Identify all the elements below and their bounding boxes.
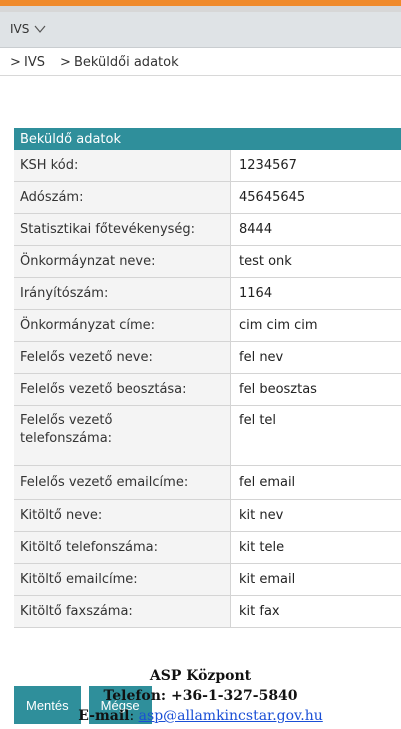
field-value-vezeto-beosztasa[interactable]: fel beosztas [230, 374, 401, 405]
overlay-email-link[interactable]: asp@allamkincstar.gov.hu [139, 708, 323, 724]
field-row-iranyitoszam: Irányítószám: 1164 [14, 278, 401, 310]
field-row-vezeto-telefon: Felelős vezető telefonszáma: fel tel [14, 406, 401, 466]
menu-item-ivs[interactable]: IVS [10, 22, 47, 36]
breadcrumb-item-ivs[interactable]: IVS [24, 55, 45, 70]
field-label: Kitöltő faxszáma: [20, 604, 133, 619]
menu-item-label: IVS [10, 22, 30, 36]
breadcrumb-item-current: Beküldői adatok [74, 55, 179, 70]
field-row-vezeto-neve: Felelős vezető neve: fel nev [14, 342, 401, 374]
field-value-adoszam[interactable]: 45645645 [230, 182, 401, 213]
field-label: KSH kód: [20, 158, 79, 173]
field-row-kitolto-email: Kitöltő emailcíme: kit email [14, 564, 401, 596]
submitter-form: Beküldő adatok KSH kód: 1234567 Adószám:… [14, 128, 401, 628]
field-label: Kitöltő telefonszáma: [20, 540, 159, 555]
field-value-fotevekenyseg[interactable]: 8444 [230, 214, 401, 245]
field-value-kitolto-neve[interactable]: kit nev [230, 500, 401, 531]
field-label: Kitöltő neve: [20, 508, 103, 523]
field-row-fotevekenyseg: Statisztikai főtevékenység: 8444 [14, 214, 401, 246]
field-label: Felelős vezető emailcíme: [20, 475, 189, 490]
field-row-kitolto-telefon: Kitöltő telefonszáma: kit tele [14, 532, 401, 564]
field-value-kitolto-telefon[interactable]: kit tele [230, 532, 401, 563]
field-label: Önkormányzat címe: [20, 318, 155, 333]
field-row-vezeto-email: Felelős vezető emailcíme: fel email [14, 466, 401, 500]
field-value-onk-cime[interactable]: cim cim cim [230, 310, 401, 341]
field-label: Önkormáynzat neve: [20, 254, 156, 269]
chevron-down-icon [34, 25, 46, 33]
field-label: Kitöltő emailcíme: [20, 572, 138, 587]
section-header: Beküldő adatok [14, 128, 401, 150]
menu-bar: IVS [0, 12, 401, 48]
field-row-adoszam: Adószám: 45645645 [14, 182, 401, 214]
overlay-email-label: E-mail [78, 708, 130, 724]
field-label: Felelős vezető beosztása: [20, 382, 187, 397]
overlay-org-name: ASP Központ [149, 668, 252, 684]
field-row-kitolto-fax: Kitöltő faxszáma: kit fax [14, 596, 401, 628]
field-value-onk-neve[interactable]: test onk [230, 246, 401, 277]
field-row-kitolto-neve: Kitöltő neve: kit nev [14, 500, 401, 532]
field-value-vezeto-email[interactable]: fel email [230, 466, 401, 499]
field-value-vezeto-telefon[interactable]: fel tel [230, 406, 401, 465]
field-row-ksh: KSH kód: 1234567 [14, 150, 401, 182]
field-value-kitolto-email[interactable]: kit email [230, 564, 401, 595]
breadcrumb-separator: > [10, 55, 21, 70]
field-label: Statisztikai főtevékenység: [20, 222, 196, 237]
field-value-vezeto-neve[interactable]: fel nev [230, 342, 401, 373]
breadcrumb-separator: > [60, 55, 71, 70]
field-label: Irányítószám: [20, 286, 109, 301]
field-label: Felelős vezető neve: [20, 350, 153, 365]
field-label: Adószám: [20, 190, 84, 205]
field-value-ksh[interactable]: 1234567 [230, 150, 401, 181]
overlay-email-line: E-mail: asp@allamkincstar.gov.hu [0, 706, 401, 726]
field-value-kitolto-fax[interactable]: kit fax [230, 596, 401, 627]
field-row-onk-neve: Önkormáynzat neve: test onk [14, 246, 401, 278]
field-row-onk-cime: Önkormányzat címe: cim cim cim [14, 310, 401, 342]
overlay-phone: Telefon: +36-1-327-5840 [103, 688, 298, 704]
breadcrumb: > IVS > Beküldői adatok [0, 48, 401, 76]
overlay-email-separator: : [129, 708, 139, 724]
field-value-iranyitoszam[interactable]: 1164 [230, 278, 401, 309]
contact-overlay: ASP Központ Telefon: +36-1-327-5840 E-ma… [0, 666, 401, 726]
field-label: Felelős vezető telefonszáma: [20, 413, 113, 446]
field-row-vezeto-beosztasa: Felelős vezető beosztása: fel beosztas [14, 374, 401, 406]
